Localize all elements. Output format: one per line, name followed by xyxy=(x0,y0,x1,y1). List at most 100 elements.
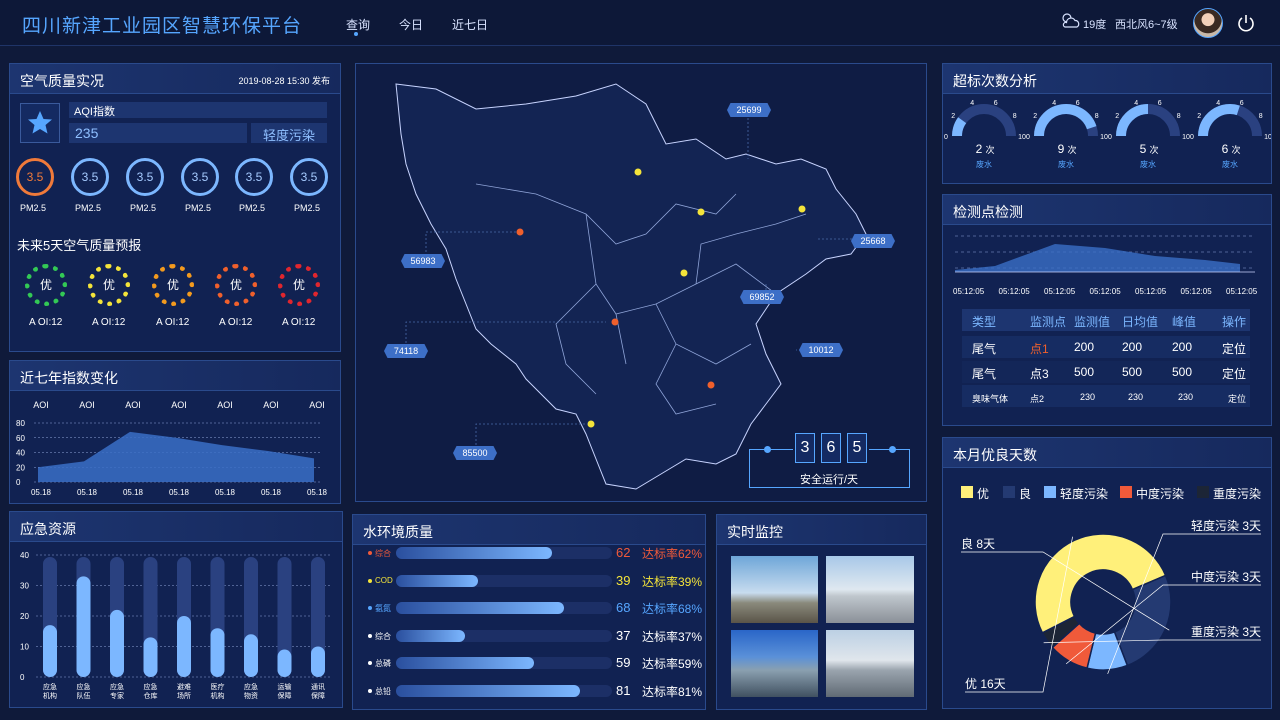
camera-feed-3[interactable] xyxy=(731,630,818,697)
gauge-tick: 8 xyxy=(1177,113,1181,120)
table-cell: 点1 xyxy=(1030,342,1049,356)
donut-label: 良 8天 xyxy=(961,536,995,551)
time-tick-label: 05:12:05 xyxy=(953,287,985,296)
bar xyxy=(110,609,124,677)
time-tick-label: 05:12:05 xyxy=(1226,287,1258,296)
safety-digit: 3 xyxy=(795,433,815,463)
forecast-label: A OI:12 xyxy=(156,317,190,328)
water-row: 综合 62 达标率62% xyxy=(366,544,706,564)
avatar[interactable] xyxy=(1193,8,1223,38)
nav-query[interactable]: 查询 xyxy=(346,16,370,33)
legend-label: 良 xyxy=(1019,487,1032,501)
camera-feed-4[interactable] xyxy=(826,630,914,697)
nav-seven-days[interactable]: 近七日 xyxy=(452,16,488,33)
power-icon[interactable] xyxy=(1236,13,1256,33)
water-row: 总磷 59 达标率59% xyxy=(366,654,706,674)
y-tick-label: 20 xyxy=(16,463,25,472)
time-tick-label: 05:12:05 xyxy=(998,287,1030,296)
table-header-cell: 监测点 xyxy=(1030,315,1067,329)
star-icon xyxy=(28,111,52,134)
safety-dot xyxy=(764,446,771,453)
table-cell: 230 xyxy=(1080,392,1096,402)
gauge-tick: 10 xyxy=(1182,134,1190,141)
y-tick-label: 10 xyxy=(20,643,29,652)
camera-feed-1[interactable] xyxy=(731,556,818,623)
gauge-fill xyxy=(952,117,967,137)
water-rate: 达标率39% xyxy=(642,574,703,589)
pollutant-gauge: 3.5 xyxy=(16,158,54,196)
table-cell: 200 xyxy=(1074,340,1095,354)
table-cell: 230 xyxy=(1128,392,1144,402)
y-tick-label: 0 xyxy=(20,673,25,682)
time-tick-label: 05:12:05 xyxy=(1135,287,1167,296)
aqi-level: 轻度污染 xyxy=(251,123,327,143)
time-tick-label: 05:12:05 xyxy=(1044,287,1076,296)
gauge-tick: 2 xyxy=(951,113,955,120)
pollutant-name: PM2.5 xyxy=(130,203,157,213)
gauge-tick: 6 xyxy=(1240,100,1244,107)
water-dot xyxy=(368,661,372,665)
x-tick-label: 队伍 xyxy=(77,691,91,700)
panel-title: 近七年指数变化 xyxy=(20,370,118,386)
map-label[interactable]: 25699 xyxy=(727,103,771,117)
gauge-tick: 10 xyxy=(1100,134,1108,141)
gauge-tick: 4 xyxy=(1216,100,1220,107)
temperature: 19度 xyxy=(1083,19,1107,31)
legend-swatch xyxy=(961,486,973,498)
water-rate: 达标率59% xyxy=(642,657,703,671)
series-label: AOI xyxy=(217,400,233,410)
map-label[interactable]: 10012 xyxy=(799,343,843,357)
bar xyxy=(143,637,158,677)
bar xyxy=(311,646,325,677)
x-tick-label: 机构 xyxy=(211,691,225,700)
table-cell: 臭味气体 xyxy=(972,394,1009,404)
table-cell: 200 xyxy=(1122,340,1143,354)
y-tick-label: 0 xyxy=(16,478,21,487)
table-cell: 点2 xyxy=(1030,394,1045,404)
gauge-tick: 6 xyxy=(1076,100,1080,107)
x-tick-label: 机构 xyxy=(43,691,57,700)
x-tick-label: 05.18 xyxy=(123,488,144,497)
water-value: 68 xyxy=(616,600,631,615)
water-value: 59 xyxy=(616,655,631,670)
forecast-ring: 优 xyxy=(88,264,130,306)
nav-today[interactable]: 今日 xyxy=(399,16,423,33)
map-label[interactable]: 69852 xyxy=(740,290,784,304)
locate-button[interactable]: 定位 xyxy=(1222,365,1246,382)
panel-title: 水环境质量 xyxy=(363,524,433,540)
water-dot xyxy=(368,578,372,583)
map-label[interactable]: 74118 xyxy=(384,344,428,358)
map-label[interactable]: 25668 xyxy=(851,234,895,248)
table-cell: 230 xyxy=(1178,392,1194,402)
series-label: AOI xyxy=(125,400,141,410)
nav-active-indicator xyxy=(354,32,358,36)
x-tick-label: 05.18 xyxy=(31,488,52,497)
safety-label: 安全运行/天 xyxy=(800,474,859,486)
locate-button[interactable]: 定位 xyxy=(1222,340,1246,357)
forecast-label: A OI:12 xyxy=(282,317,316,328)
locate-button[interactable]: 定位 xyxy=(1228,392,1246,405)
time-tick-label: 05:12:05 xyxy=(1089,287,1121,296)
water-label: 氨氮 xyxy=(375,604,391,613)
table-header-cell: 监测值 xyxy=(1074,315,1111,329)
water-label: 总铅 xyxy=(375,686,391,696)
map-label[interactable]: 85500 xyxy=(453,446,497,460)
bar xyxy=(177,616,191,677)
x-tick-label: 避难 xyxy=(177,682,191,691)
gauge-unit: 次 xyxy=(1067,144,1076,155)
gauge-fill xyxy=(1034,104,1097,137)
forecast-title: 未来5天空气质量预报 xyxy=(17,238,142,253)
water-dot xyxy=(368,606,372,610)
map-label[interactable]: 56983 xyxy=(401,254,445,268)
legend-label: 优 xyxy=(977,487,990,501)
water-bar-fill xyxy=(396,574,479,587)
camera-feed-2[interactable] xyxy=(826,556,914,623)
gauge-tick: 2 xyxy=(1033,113,1037,120)
legend-swatch xyxy=(1197,486,1209,498)
gauge-tick: 10 xyxy=(1018,134,1026,141)
table-cell: 尾气 xyxy=(972,366,997,381)
donut-label: 重度污染 3天 xyxy=(1191,624,1261,639)
gauge-fill xyxy=(1116,104,1149,137)
gauge-tick: 6 xyxy=(994,100,998,107)
pollutant-gauge: 3.5 xyxy=(71,158,109,196)
